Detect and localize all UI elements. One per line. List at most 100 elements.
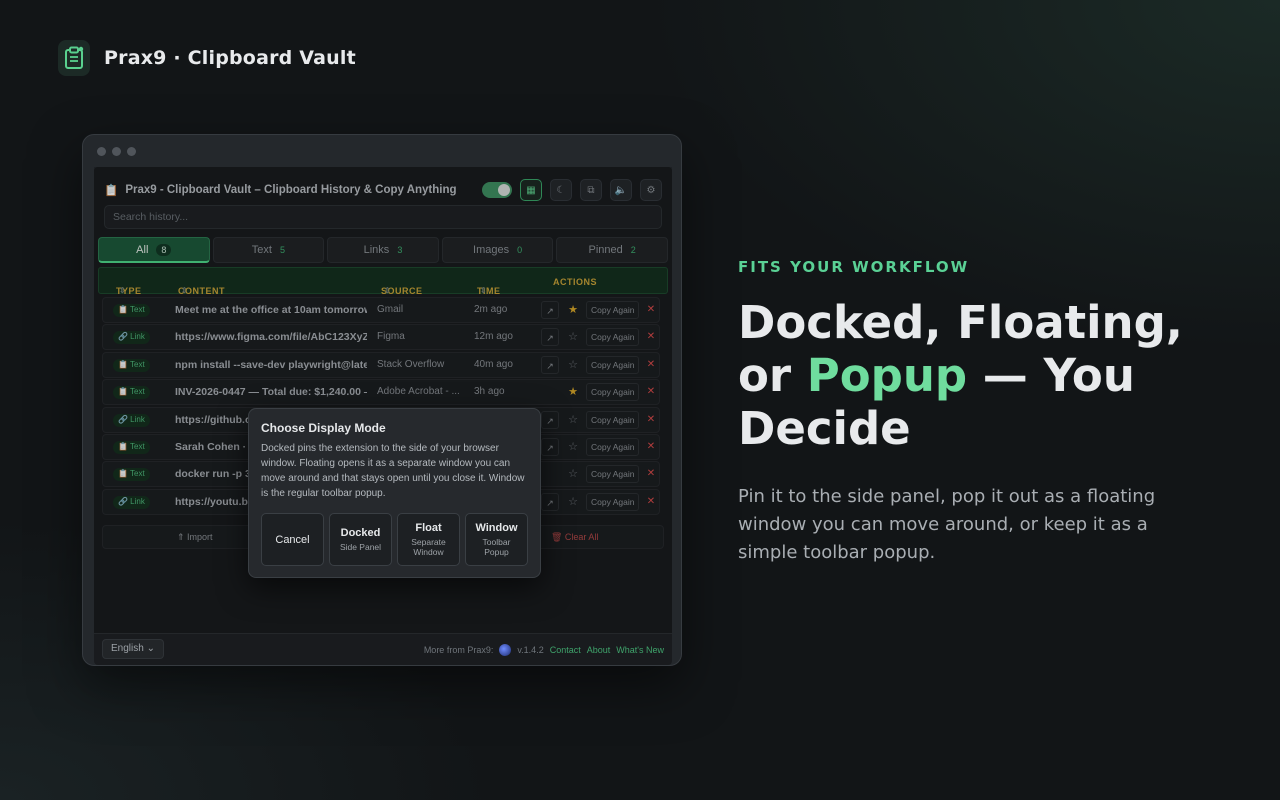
brand-title: Prax9 · Clipboard Vault (104, 47, 356, 69)
headline-highlight: Popup (806, 349, 968, 402)
clip-source: Figma (377, 331, 405, 343)
table-header: TYPE ⇕ CONTENT ⇕ SOURCE ⇕ TIME ⇕ ACTIONS (98, 267, 668, 296)
tab-all[interactable]: All 8 (98, 237, 210, 263)
version-label: v.1.4.2 (517, 645, 544, 655)
delete-icon[interactable]: ✕ (644, 298, 658, 322)
type-badge: 📋 Text (113, 304, 150, 317)
type-badge: 📋 Text (113, 386, 150, 400)
open-icon[interactable]: ↗ (541, 437, 559, 456)
browser-window: 📋 Prax9 - Clipboard Vault – Clipboard Hi… (82, 134, 682, 666)
delete-icon[interactable]: ✕ (644, 380, 658, 404)
chevron-down-icon: ⌄ (146, 643, 155, 654)
grid-view-icon[interactable]: ▦ (520, 179, 542, 201)
button-label: Docked (340, 527, 381, 539)
star-icon[interactable]: ☆ (565, 490, 581, 514)
star-icon[interactable]: ☆ (565, 325, 581, 349)
tab-count: 3 (397, 245, 403, 255)
dialog-title: Choose Display Mode (261, 421, 386, 435)
open-icon[interactable]: ↗ (541, 410, 559, 429)
delete-icon[interactable]: ✕ (644, 408, 658, 432)
search-input[interactable]: Search history... (104, 205, 662, 229)
language-value: English (111, 643, 144, 654)
clear-all-button[interactable]: 🗑 Clear All (551, 532, 598, 543)
clip-content[interactable]: npm install --save-dev playwright@latest (175, 353, 367, 377)
clip-time: 2m ago (474, 304, 508, 315)
contact-link[interactable]: Contact (550, 645, 581, 655)
prax9-orb-icon[interactable] (499, 644, 512, 656)
eyebrow: FITS YOUR WORKFLOW (738, 258, 970, 276)
language-select[interactable]: English ⌄ (102, 639, 164, 659)
button-label: Cancel (275, 533, 310, 546)
body-copy: Pin it to the side panel, pop it out as … (738, 486, 1156, 563)
window-dot[interactable] (97, 147, 106, 156)
copy-again-button[interactable]: Copy Again (586, 437, 640, 456)
window-dot[interactable] (112, 147, 121, 156)
headline: Docked, Floating, or Popup — You Decide (738, 296, 1218, 455)
star-icon[interactable]: ☆ (565, 435, 581, 459)
gear-icon[interactable]: ⚙ (640, 179, 662, 201)
tab-count: 8 (156, 243, 172, 256)
type-badge: 🔗 Link (113, 331, 150, 345)
button-label: Float (415, 522, 442, 534)
about-link[interactable]: About (587, 645, 611, 655)
extension-title: 📋 Prax9 - Clipboard Vault – Clipboard Hi… (104, 183, 457, 197)
float-button[interactable]: Float Separate Window (397, 513, 460, 566)
open-icon[interactable]: ↗ (541, 301, 559, 319)
copy-again-button[interactable]: Copy Again (586, 328, 640, 347)
star-icon[interactable]: ☆ (565, 462, 581, 486)
delete-icon[interactable]: ✕ (644, 462, 658, 486)
cancel-button[interactable]: Cancel (261, 513, 324, 566)
copy-again-button[interactable]: Copy Again (586, 355, 640, 374)
import-button[interactable]: ⇑ Import (177, 532, 213, 543)
type-badge: 🔗 Link (113, 413, 150, 427)
table-row[interactable]: 🔗 Link https://www.figma.com/file/AbC123X… (102, 324, 660, 351)
copy-again-button[interactable]: Copy Again (586, 383, 640, 402)
clipboard-icon: 📋 (104, 185, 119, 197)
sound-icon[interactable]: 🔈 (610, 179, 632, 201)
docked-button[interactable]: Docked Side Panel (329, 513, 392, 566)
delete-icon[interactable]: ✕ (644, 353, 658, 377)
window-button[interactable]: Window Toolbar Popup (465, 513, 528, 566)
copy-again-button[interactable]: Copy Again (586, 410, 640, 429)
clip-content[interactable]: INV-2026-0447 — Total due: $1,240.00 — (175, 380, 367, 404)
open-icon[interactable]: ↗ (541, 328, 559, 347)
header-tools: ▦ ☾ ⧉ 🔈 ⚙ (482, 179, 662, 201)
copy-again-button[interactable]: Copy Again (586, 492, 640, 511)
star-icon[interactable]: ☆ (565, 408, 581, 432)
copy-again-button[interactable]: Copy Again (586, 301, 640, 319)
star-icon[interactable]: ☆ (565, 353, 581, 377)
delete-icon[interactable]: ✕ (644, 490, 658, 514)
tab-pinned[interactable]: Pinned 2 (556, 237, 668, 263)
tab-count: 5 (279, 245, 285, 255)
star-filled-icon[interactable]: ★ (565, 298, 581, 322)
table-row[interactable]: 📋 Text Meet me at the office at 10am tomo… (102, 297, 660, 323)
button-sublabel: Separate Window (411, 537, 446, 557)
open-icon[interactable]: ↗ (541, 492, 559, 511)
tab-links[interactable]: Links 3 (327, 237, 439, 263)
delete-icon[interactable]: ✕ (644, 435, 658, 459)
whats-new-link[interactable]: What's New (616, 645, 664, 655)
clip-time: 3h ago (474, 386, 505, 398)
clip-content[interactable]: https://www.figma.com/file/AbC123XyZ (175, 325, 367, 349)
display-mode-icon[interactable]: ⧉ (580, 179, 602, 201)
clip-time: 40m ago (474, 358, 513, 370)
footer-links: More from Prax9: v.1.4.2 Contact About W… (424, 644, 664, 656)
display-mode-dialog: Choose Display Mode Docked pins the exte… (248, 408, 541, 578)
open-icon[interactable]: ↗ (541, 355, 559, 374)
delete-icon[interactable]: ✕ (644, 325, 658, 349)
sort-icon: ⇕ (480, 286, 488, 295)
extension-header: 📋 Prax9 - Clipboard Vault – Clipboard Hi… (104, 179, 662, 201)
window-dot[interactable] (127, 147, 136, 156)
copy-again-button[interactable]: Copy Again (586, 465, 640, 484)
table-row[interactable]: 📋 Text npm install --save-dev playwright@… (102, 351, 660, 378)
type-badge: 📋 Text (113, 440, 150, 454)
star-filled-icon[interactable]: ★ (565, 380, 581, 404)
tab-text[interactable]: Text 5 (212, 237, 325, 263)
moon-icon[interactable]: ☾ (550, 179, 572, 201)
enable-toggle[interactable] (482, 182, 512, 198)
table-row[interactable]: 📋 Text INV-2026-0447 — Total due: $1,240.… (102, 379, 660, 406)
dialog-description: Docked pins the extension to the side of… (261, 443, 525, 499)
clip-content[interactable]: Meet me at the office at 10am tomorrow (175, 298, 367, 322)
tab-count: 2 (630, 245, 636, 255)
tab-images[interactable]: Images 0 (441, 237, 554, 263)
